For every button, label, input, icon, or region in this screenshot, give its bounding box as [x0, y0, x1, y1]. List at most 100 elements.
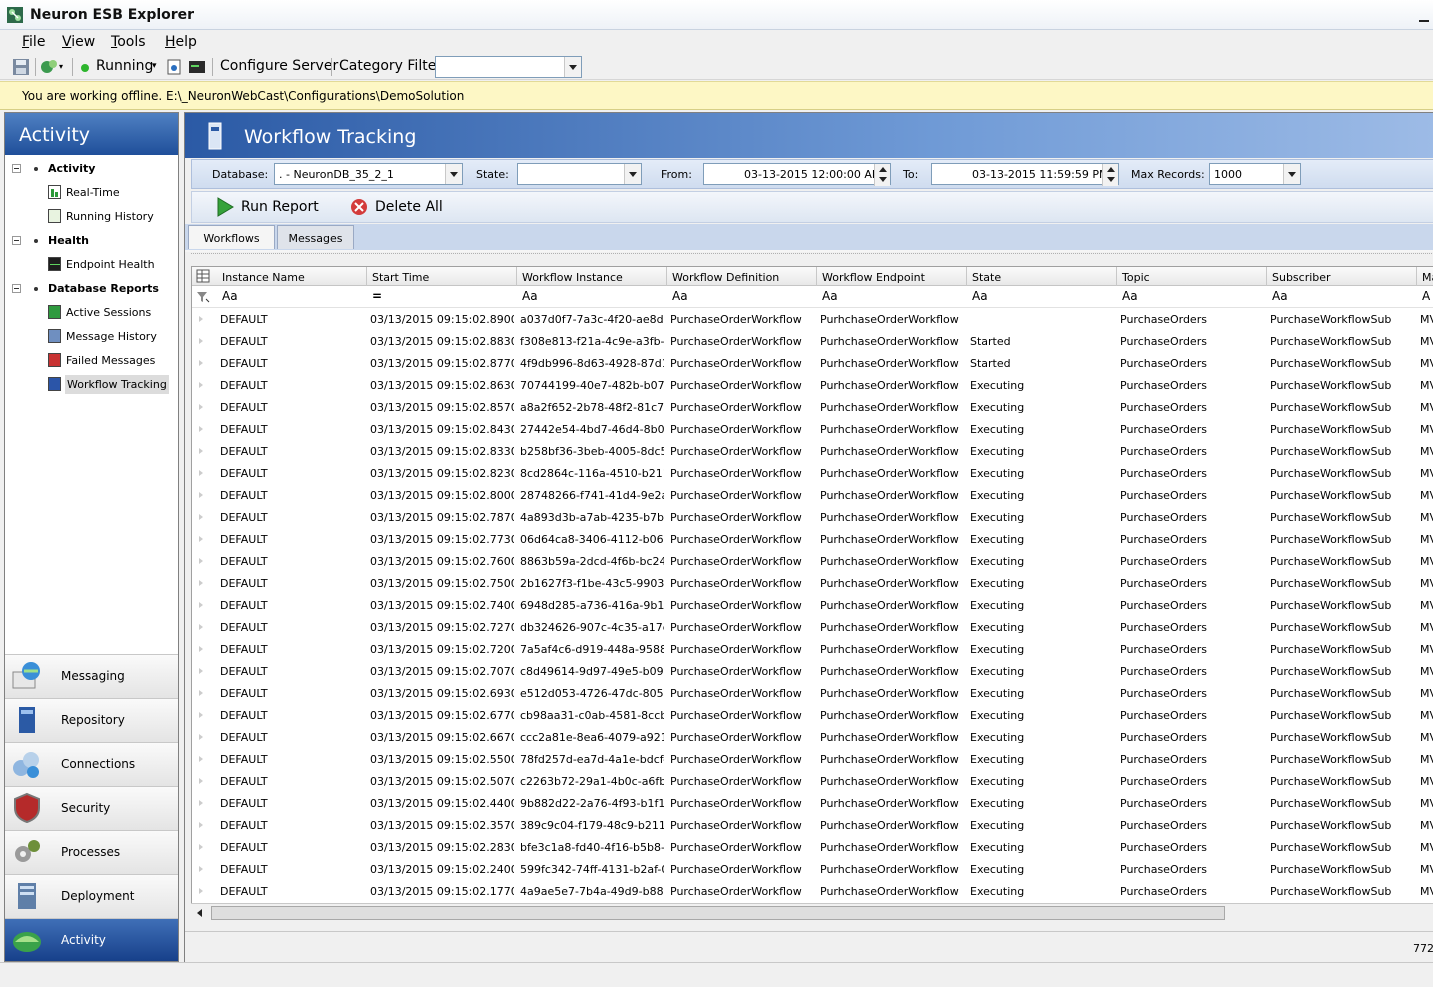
table-row[interactable]: DEFAULT 03/13/2015 09:15:02.8900 AI a037d0…	[192, 308, 1433, 330]
tree-group-database-reports[interactable]: Database Reports	[48, 282, 159, 295]
table-row[interactable]: DEFAULT 03/13/2015 09:15:02.8770 AI 4f9db9…	[192, 352, 1433, 374]
database-select[interactable]: . - NeuronDB_35_2_1	[274, 163, 463, 185]
nav-messaging[interactable]: Messaging	[5, 654, 178, 698]
table-row[interactable]: DEFAULT 03/13/2015 09:15:02.8630 AI 707441…	[192, 374, 1433, 396]
column-chooser-icon[interactable]	[196, 269, 210, 283]
state-select[interactable]	[517, 163, 642, 185]
tab-workflows[interactable]: Workflows	[188, 225, 275, 249]
nav-security[interactable]: Security	[5, 786, 178, 830]
table-row[interactable]: DEFAULT 03/13/2015 09:15:02.7070 AI c8d496…	[192, 660, 1433, 682]
filter-workflow-definition[interactable]: Aa	[672, 289, 688, 303]
configure-server-button[interactable]: Configure Server	[220, 58, 338, 74]
play-icon[interactable]	[216, 197, 234, 217]
table-row[interactable]: DEFAULT 03/13/2015 09:15:02.8330 AI b258bf…	[192, 440, 1433, 462]
scroll-thumb[interactable]	[211, 906, 1225, 920]
category-filter-select[interactable]	[435, 56, 582, 78]
table-row[interactable]: DEFAULT 03/13/2015 09:15:02.5070 AI c2263b…	[192, 770, 1433, 792]
filter-ma[interactable]: A	[1422, 289, 1430, 303]
nav-repository[interactable]: Repository	[5, 698, 178, 742]
delete-all-button[interactable]: Delete All	[375, 199, 443, 215]
column-state[interactable]: State	[972, 271, 1001, 284]
filter-subscriber[interactable]: Aa	[1272, 289, 1288, 303]
column-topic[interactable]: Topic	[1122, 271, 1150, 284]
chevron-down-icon[interactable]	[624, 164, 641, 184]
tree-item-real-time[interactable]: Real-Time	[66, 186, 120, 199]
table-row[interactable]: DEFAULT 03/13/2015 09:15:02.8830 AI f308e8…	[192, 330, 1433, 352]
scroll-left-icon[interactable]	[197, 909, 202, 917]
table-row[interactable]: DEFAULT 03/13/2015 09:15:02.5500 AI 78fd25…	[192, 748, 1433, 770]
collapse-database-reports-icon[interactable]	[12, 284, 21, 293]
column-workflow-definition[interactable]: Workflow Definition	[672, 271, 779, 284]
table-row[interactable]: DEFAULT 03/13/2015 09:15:02.7870 AI 4a893d…	[192, 506, 1433, 528]
nav-deployment[interactable]: Deployment	[5, 874, 178, 918]
column-instance-name[interactable]: Instance Name	[222, 271, 305, 284]
tree-item-active-sessions[interactable]: Active Sessions	[66, 306, 151, 319]
status-dropdown-arrow-icon[interactable]: ▾	[152, 61, 157, 71]
connect-dropdown-arrow-icon[interactable]: ▾	[59, 62, 63, 71]
console-icon[interactable]	[188, 60, 206, 74]
table-row[interactable]: DEFAULT 03/13/2015 09:15:02.8230 AI 8cd286…	[192, 462, 1433, 484]
filter-workflow-endpoint[interactable]: Aa	[822, 289, 838, 303]
column-workflow-instance[interactable]: Workflow Instance	[522, 271, 623, 284]
minimize-button[interactable]	[1419, 8, 1429, 22]
tree-item-failed-messages[interactable]: Failed Messages	[66, 354, 155, 367]
table-row[interactable]: DEFAULT 03/13/2015 09:15:02.8570 AI a8a2f6…	[192, 396, 1433, 418]
table-row[interactable]: DEFAULT 03/13/2015 09:15:02.6770 AI cb98aa…	[192, 704, 1433, 726]
from-date-input[interactable]: 03-13-2015 12:00:00 AM	[703, 163, 891, 186]
from-spinner-icon[interactable]	[874, 164, 890, 186]
save-icon[interactable]	[12, 58, 30, 76]
table-row[interactable]: DEFAULT 03/13/2015 09:15:02.2400 AI 599fc3…	[192, 858, 1433, 880]
column-workflow-endpoint[interactable]: Workflow Endpoint	[822, 271, 925, 284]
table-row[interactable]: DEFAULT 03/13/2015 09:15:02.7400 AI 6948d2…	[192, 594, 1433, 616]
table-row[interactable]: DEFAULT 03/13/2015 09:15:02.6930 AI e512d0…	[192, 682, 1433, 704]
max-records-select[interactable]: 1000	[1209, 163, 1301, 185]
column-ma[interactable]: Ma	[1422, 271, 1433, 284]
nav-connections[interactable]: Connections	[5, 742, 178, 786]
table-row[interactable]: DEFAULT 03/13/2015 09:15:02.7500 AI 2b1627…	[192, 572, 1433, 594]
tree-item-endpoint-health[interactable]: Endpoint Health	[66, 258, 155, 271]
delete-icon[interactable]	[350, 198, 368, 216]
table-row[interactable]: DEFAULT 03/13/2015 09:15:02.7270 AI db3246…	[192, 616, 1433, 638]
menu-help[interactable]: Help	[165, 34, 197, 50]
chevron-down-icon[interactable]	[1283, 164, 1300, 184]
column-start-time[interactable]: Start Time	[372, 271, 429, 284]
nav-processes[interactable]: Processes	[5, 830, 178, 874]
filter-state[interactable]: Aa	[972, 289, 988, 303]
table-row[interactable]: DEFAULT 03/13/2015 09:15:02.2830 AI bfe3c1…	[192, 836, 1433, 858]
refresh-icon[interactable]	[167, 59, 181, 75]
running-status[interactable]: Running	[96, 58, 153, 74]
menu-file[interactable]: File	[22, 34, 45, 50]
chevron-down-icon[interactable]	[445, 164, 462, 184]
table-row[interactable]: DEFAULT 03/13/2015 09:15:02.1770 AI 4a9ae5…	[192, 880, 1433, 902]
table-row[interactable]: DEFAULT 03/13/2015 09:15:02.8000 AI 287482…	[192, 484, 1433, 506]
table-row[interactable]: DEFAULT 03/13/2015 09:15:02.3570 AI 389c9c…	[192, 814, 1433, 836]
filter-topic[interactable]: Aa	[1122, 289, 1138, 303]
menu-view[interactable]: View	[62, 34, 95, 50]
menu-tools[interactable]: Tools	[111, 34, 146, 50]
collapse-health-icon[interactable]	[12, 236, 21, 245]
horizontal-scrollbar[interactable]	[191, 903, 1433, 922]
table-row[interactable]: DEFAULT 03/13/2015 09:15:02.8430 AI 27442e…	[192, 418, 1433, 440]
tree-item-message-history[interactable]: Message History	[66, 330, 157, 343]
tab-messages[interactable]: Messages	[277, 225, 354, 249]
collapse-activity-icon[interactable]	[12, 164, 21, 173]
table-row[interactable]: DEFAULT 03/13/2015 09:15:02.7730 AI 06d64c…	[192, 528, 1433, 550]
filter-workflow-instance[interactable]: Aa	[522, 289, 538, 303]
tree-group-health[interactable]: Health	[48, 234, 89, 247]
connect-icon[interactable]	[40, 58, 60, 76]
filter-start-time[interactable]: =	[372, 289, 382, 303]
tree-item-workflow-tracking[interactable]: Workflow Tracking	[65, 375, 169, 394]
table-row[interactable]: DEFAULT 03/13/2015 09:15:02.4400 AI 9b882d…	[192, 792, 1433, 814]
to-spinner-icon[interactable]	[1102, 164, 1118, 186]
table-row[interactable]: DEFAULT 03/13/2015 09:15:02.6670 AI ccc2a8…	[192, 726, 1433, 748]
nav-activity[interactable]: Activity	[5, 918, 178, 961]
tree-item-running-history[interactable]: Running History	[66, 210, 154, 223]
to-date-input[interactable]: 03-13-2015 11:59:59 PM	[931, 163, 1119, 186]
table-row[interactable]: DEFAULT 03/13/2015 09:15:02.7200 AI 7a5af4…	[192, 638, 1433, 660]
chevron-down-icon[interactable]	[564, 57, 581, 77]
table-row[interactable]: DEFAULT 03/13/2015 09:15:02.7600 AI 8863b5…	[192, 550, 1433, 572]
tree-group-activity[interactable]: Activity	[48, 162, 95, 175]
column-subscriber[interactable]: Subscriber	[1272, 271, 1331, 284]
filter-instance-name[interactable]: Aa	[222, 289, 238, 303]
filter-icon[interactable]	[196, 290, 210, 304]
